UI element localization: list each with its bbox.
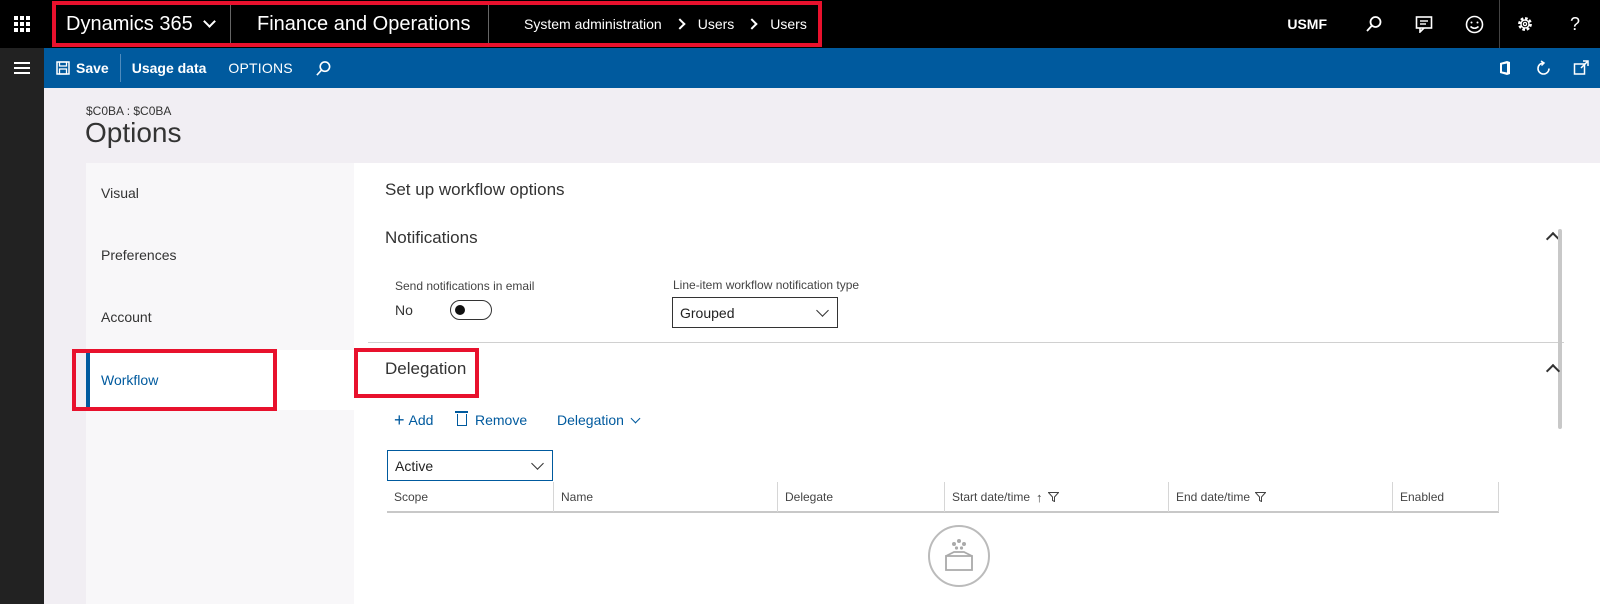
add-button[interactable]: + Add: [394, 409, 433, 431]
send-notifications-value: No: [395, 302, 413, 318]
vertical-scrollbar[interactable]: [1558, 229, 1562, 429]
filter-icon[interactable]: [1047, 492, 1059, 502]
save-icon: [56, 61, 70, 75]
tab-label: Account: [101, 309, 152, 325]
search-icon: [1366, 16, 1382, 32]
help-icon: ?: [1569, 13, 1580, 34]
tab-account[interactable]: Account: [86, 287, 354, 347]
save-label: Save: [76, 60, 109, 76]
add-label: Add: [408, 412, 434, 428]
column-header-delegate[interactable]: Delegate: [778, 482, 945, 512]
column-header-end-date[interactable]: End date/time: [1169, 482, 1393, 512]
column-header-scope[interactable]: Scope: [387, 482, 554, 512]
gear-icon: [1518, 17, 1532, 31]
navigation-pane-button[interactable]: [0, 48, 44, 88]
top-navigation-bar: Dynamics 365 Finance and Operations Syst…: [0, 0, 1600, 48]
delegation-menu-label: Delegation: [557, 412, 624, 428]
options-tab[interactable]: OPTIONS: [217, 48, 303, 88]
action-search-button[interactable]: [304, 48, 343, 88]
action-pane-right-tools: [1486, 48, 1600, 88]
waffle-icon: [14, 16, 30, 32]
chevron-down-icon: [531, 457, 544, 470]
column-label: Name: [561, 490, 594, 504]
settings-button[interactable]: [1500, 0, 1550, 48]
help-button[interactable]: ?: [1550, 0, 1600, 48]
smiley-icon: [1465, 15, 1483, 33]
tab-workflow[interactable]: Workflow: [86, 350, 354, 410]
action-pane: Save Usage data OPTIONS: [44, 48, 1600, 88]
send-notifications-label: Send notifications in email: [395, 279, 535, 293]
filter-icon[interactable]: [1255, 492, 1267, 502]
column-label: Delegate: [785, 490, 834, 504]
office-icon: [1500, 61, 1510, 75]
chevron-down-icon: [816, 304, 829, 317]
column-label: Enabled: [1400, 490, 1445, 504]
section-divider: [368, 342, 1564, 343]
search-icon: [316, 60, 331, 76]
search-button[interactable]: [1349, 0, 1399, 48]
content-title: Set up workflow options: [385, 180, 565, 199]
remove-label: Remove: [475, 412, 528, 428]
refresh-button[interactable]: [1524, 48, 1562, 88]
popout-icon: [1573, 60, 1589, 75]
app-launcher-button[interactable]: [0, 0, 44, 48]
refresh-icon: [1536, 59, 1550, 75]
messages-button[interactable]: [1399, 0, 1449, 48]
line-item-notification-select[interactable]: Grouped: [672, 297, 838, 328]
delegation-filter-select[interactable]: Active: [387, 450, 553, 481]
popout-button[interactable]: [1562, 48, 1600, 88]
line-item-notification-value: Grouped: [680, 304, 735, 321]
top-right-toolbar: USMF ?: [1287, 0, 1600, 48]
company-path: $C0BA : $C0BA: [86, 104, 172, 118]
open-in-office-button[interactable]: [1486, 48, 1524, 88]
page-title: Options: [85, 117, 182, 148]
notifications-section-header[interactable]: Notifications: [385, 228, 478, 248]
workflow-options-panel: Set up workflow options Notifications Se…: [354, 163, 1600, 604]
options-tab-list: Visual Preferences Account Workflow: [86, 163, 354, 604]
highlight-navigation: [52, 1, 822, 47]
trash-icon: [455, 411, 468, 426]
remove-button[interactable]: Remove: [455, 409, 528, 431]
column-header-enabled[interactable]: Enabled: [1393, 482, 1499, 512]
delegation-grid-header: Scope Name Delegate Start date/time ↑ En…: [387, 482, 1499, 513]
feedback-button[interactable]: [1449, 0, 1499, 48]
column-header-name[interactable]: Name: [554, 482, 778, 512]
delegation-menu-button[interactable]: Delegation: [557, 409, 641, 431]
usage-data-button[interactable]: Usage data: [121, 48, 218, 88]
column-header-start-date[interactable]: Start date/time ↑: [945, 482, 1169, 512]
company-picker[interactable]: USMF: [1287, 16, 1327, 32]
column-label: Scope: [394, 490, 429, 504]
empty-folder-icon: [945, 539, 973, 571]
navigation-rail: [0, 48, 44, 604]
tab-label: Workflow: [101, 372, 159, 388]
sort-ascending-icon: ↑: [1036, 489, 1043, 505]
tab-preferences[interactable]: Preferences: [86, 225, 354, 285]
plus-icon: +: [394, 410, 405, 430]
send-notifications-toggle[interactable]: [450, 300, 492, 320]
tab-label: Preferences: [101, 247, 177, 263]
tab-visual[interactable]: Visual: [86, 163, 354, 223]
chevron-down-icon: [630, 413, 641, 423]
empty-grid-indicator: [928, 525, 990, 587]
delegation-collapse-button[interactable]: [1546, 361, 1560, 375]
save-button[interactable]: Save: [44, 48, 120, 88]
delegation-filter-value: Active: [395, 457, 434, 474]
line-item-notification-label: Line-item workflow notification type: [673, 278, 860, 292]
delegation-section-header[interactable]: Delegation: [385, 359, 466, 379]
column-label: End date/time: [1176, 490, 1251, 504]
chat-icon: [1415, 16, 1433, 33]
tab-label: Visual: [101, 185, 139, 201]
column-label: Start date/time: [952, 490, 1031, 504]
hamburger-icon: [14, 62, 30, 64]
active-tab-indicator: [86, 350, 90, 410]
